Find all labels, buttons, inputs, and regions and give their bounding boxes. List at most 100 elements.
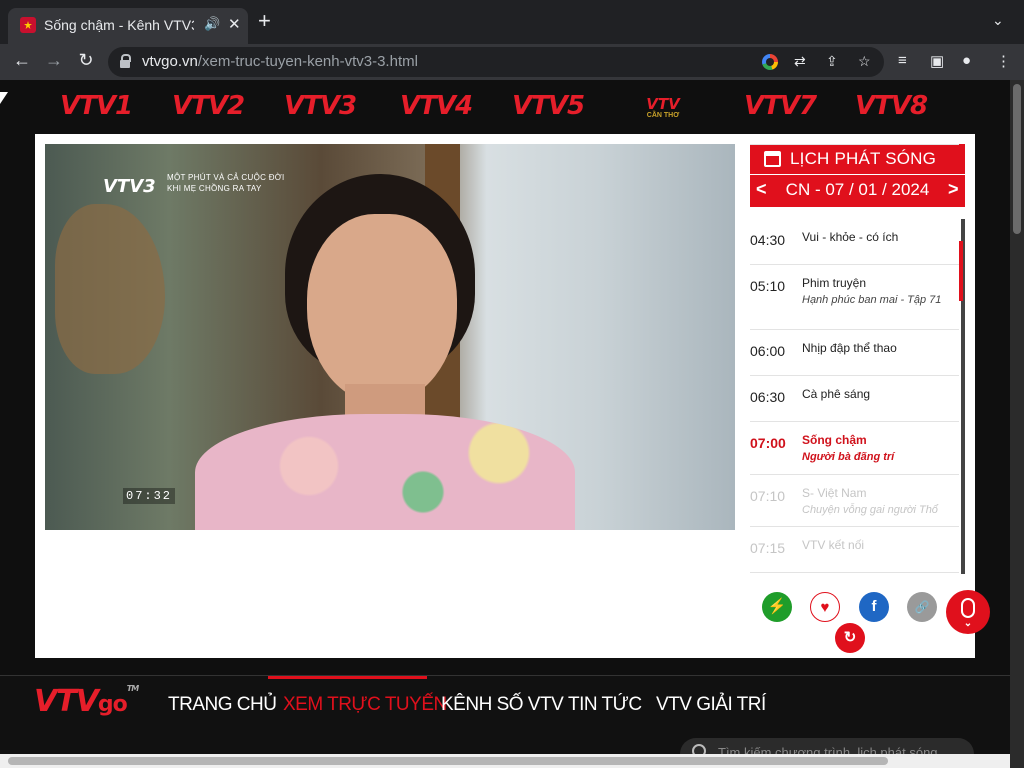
tab-search-chevron-icon[interactable]: ⌄ <box>992 12 1004 29</box>
vtvgo-logo-tm: TM <box>126 684 139 693</box>
schedule-date: CN - 07 / 01 / 2024 <box>785 180 930 199</box>
browser-tab-bar: Sống chậm - Kênh VTV3- 🔊 ✕ + ⌄ <box>0 0 1024 44</box>
schedule-item-upcoming[interactable]: 07:15 VTV kết nối <box>750 527 959 573</box>
scroll-down-button[interactable]: ⌄ <box>946 590 990 634</box>
next-day-button[interactable]: > <box>948 179 959 200</box>
previous-day-button[interactable]: < <box>756 179 767 200</box>
schedule-episode: Chuyện vỗng gai người Thổ <box>802 504 938 516</box>
nav-news[interactable]: TIN TỨC <box>568 694 642 716</box>
player-panel: VTV3 MỘT PHÚT VÀ CẢ CUỘC ĐỜI KHI MẸ CHỒN… <box>35 134 975 658</box>
close-tab-icon[interactable]: ✕ <box>228 15 241 33</box>
schedule-item[interactable]: 05:10 Phim truyện Hạnh phúc ban mai - Tậ… <box>750 265 959 330</box>
media-controls-icon[interactable]: ≡ <box>898 52 907 69</box>
schedule-program: Nhịp đập thể thao <box>802 341 897 355</box>
video-scene-blouse <box>195 414 575 530</box>
horizontal-scrollbar-thumb[interactable] <box>8 757 888 765</box>
profile-icon[interactable]: ● <box>962 52 971 69</box>
on-screen-clock: 07:32 <box>123 488 176 504</box>
back-icon[interactable]: ← <box>10 50 34 71</box>
nav-entertainment[interactable]: VTV GIẢI TRÍ <box>656 694 766 716</box>
forward-icon[interactable]: → <box>42 50 66 71</box>
vertical-scrollbar-thumb[interactable] <box>1013 84 1021 234</box>
facebook-icon[interactable]: f <box>859 592 889 622</box>
mouse-icon <box>961 598 975 618</box>
video-scene-face <box>307 214 457 404</box>
schedule-item-upcoming[interactable]: 07:10 S- Việt Nam Chuyện vỗng gai người … <box>750 475 959 527</box>
vtv3-watermark: VTV3 <box>103 176 156 197</box>
heart-icon[interactable]: ♥ <box>810 592 840 622</box>
video-scene-map <box>55 204 165 374</box>
schedule-date-bar: CN - 07 / 01 / 2024 < > <box>750 175 965 207</box>
url-domain: vtvgo.vn <box>142 53 198 70</box>
google-icon[interactable] <box>762 54 778 70</box>
video-player[interactable]: VTV3 MỘT PHÚT VÀ CẢ CUỘC ĐỜI KHI MẸ CHỒN… <box>45 144 735 530</box>
vtvgo-logo[interactable]: VTVgoTM <box>34 684 139 719</box>
schedule-time: 05:10 <box>750 278 786 294</box>
schedule-time: 06:30 <box>750 389 786 405</box>
vertical-scrollbar[interactable] <box>1010 80 1024 768</box>
tab-title: Sống chậm - Kênh VTV3- <box>44 17 194 33</box>
vtvgo-logo-go: go <box>97 692 128 717</box>
refresh-icon[interactable]: ↻ <box>835 623 865 653</box>
channel-vtv2[interactable]: VTV2 <box>172 92 245 120</box>
schedule-scroll-indicator[interactable] <box>959 241 963 301</box>
translate-icon[interactable]: ⇄ <box>794 53 806 70</box>
schedule-time: 07:10 <box>750 488 786 504</box>
active-tab-indicator <box>268 676 427 679</box>
url-path: /xem-truc-tuyen-kenh-vtv3-3.html <box>197 53 418 70</box>
browser-toolbar: ← → ↻ vtvgo.vn/xem-truc-tuyen-kenh-vtv3-… <box>0 44 1024 80</box>
web-page: VTV1 VTV2 VTV3 VTV4 VTV5 VTV CẦN THƠ VTV… <box>0 80 1010 768</box>
vtvgo-logo-vtv: VTV <box>34 684 99 719</box>
schedule-program: VTV kết nối <box>802 538 865 552</box>
schedule-item-live[interactable]: 07:00 Sống chậm Người bà đãng trí <box>750 422 959 475</box>
list-item <box>750 144 959 145</box>
reload-icon[interactable]: ↻ <box>74 50 98 71</box>
link-icon[interactable]: 🔗 <box>907 592 937 622</box>
share-page-icon[interactable]: ⇪ <box>826 53 838 70</box>
flash-icon[interactable]: ⚡ <box>762 592 792 622</box>
url-text[interactable]: vtvgo.vn/xem-truc-tuyen-kenh-vtv3-3.html <box>142 53 418 70</box>
address-bar[interactable]: vtvgo.vn/xem-truc-tuyen-kenh-vtv3-3.html… <box>108 47 884 77</box>
browser-menu-icon[interactable]: ⋮ <box>996 52 1011 70</box>
nav-home[interactable]: TRANG CHỦ <box>168 694 277 716</box>
program-caption: MỘT PHÚT VÀ CẢ CUỘC ĐỜI KHI MẸ CHỒNG RA … <box>167 172 284 194</box>
nav-vtv-channels[interactable]: KÊNH SỐ VTV <box>441 694 564 716</box>
schedule-episode: Người bà đãng trí <box>802 451 895 463</box>
schedule-time: 07:00 <box>750 435 786 451</box>
calendar-icon <box>764 151 781 167</box>
mouse-cursor-icon <box>0 92 8 104</box>
horizontal-scrollbar[interactable] <box>0 754 1010 768</box>
schedule-program: S- Việt Nam <box>802 486 867 500</box>
channel-vtv4[interactable]: VTV4 <box>400 92 473 120</box>
schedule-program: Cà phê sáng <box>802 387 871 401</box>
channel-vtv1[interactable]: VTV1 <box>60 92 133 120</box>
schedule-list[interactable]: 04:30 Vui - khỏe - có ích 05:10 Phim tru… <box>750 144 965 574</box>
channel-vtv7[interactable]: VTV7 <box>744 92 817 120</box>
program-caption-line1: MỘT PHÚT VÀ CẢ CUỘC ĐỜI <box>167 173 285 182</box>
lock-icon[interactable] <box>120 54 131 68</box>
channel-vtv5[interactable]: VTV5 <box>512 92 585 120</box>
schedule-item[interactable]: 04:30 Vui - khỏe - có ích <box>750 219 959 265</box>
schedule-item[interactable]: 06:30 Cà phê sáng <box>750 376 959 422</box>
nav-live[interactable]: XEM TRỰC TUYẾN <box>283 694 447 716</box>
vtv-favicon-icon <box>20 17 36 33</box>
schedule-item[interactable]: 06:00 Nhịp đập thể thao <box>750 330 959 376</box>
audio-playing-icon[interactable]: 🔊 <box>204 16 220 32</box>
schedule-time: 07:15 <box>750 540 786 556</box>
browser-tab[interactable]: Sống chậm - Kênh VTV3- 🔊 ✕ <box>8 8 248 44</box>
channel-vtv-can-tho[interactable]: VTV CẦN THƠ <box>640 96 686 119</box>
schedule-title: LỊCH PHÁT SÓNG <box>790 149 937 168</box>
schedule-time: 04:30 <box>750 232 786 248</box>
channel-vtv-can-tho-logo: VTV <box>646 95 680 113</box>
channel-vtv8[interactable]: VTV8 <box>855 92 928 120</box>
side-panel-icon[interactable]: ▣ <box>930 52 944 70</box>
schedule-program: Sống chậm <box>802 433 867 447</box>
bookmark-star-icon[interactable]: ☆ <box>858 53 871 70</box>
channel-vtv-can-tho-sub: CẦN THƠ <box>646 112 680 119</box>
schedule-program: Vui - khỏe - có ích <box>802 230 899 244</box>
chevron-down-icon: ⌄ <box>963 618 973 629</box>
channel-vtv3[interactable]: VTV3 <box>284 92 357 120</box>
schedule-panel: LỊCH PHÁT SÓNG CN - 07 / 01 / 2024 < > 0… <box>750 144 965 574</box>
schedule-time: 06:00 <box>750 343 786 359</box>
new-tab-icon[interactable]: + <box>258 10 271 32</box>
